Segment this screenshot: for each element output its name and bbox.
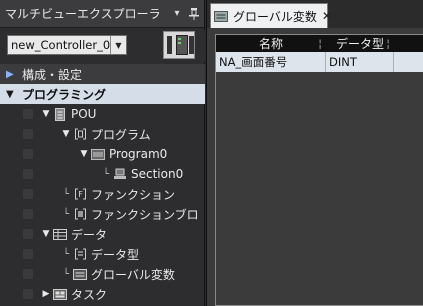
table-header: 名称 ¦ データ型 ¦ [216, 35, 423, 52]
controller-select-value: new_Controller_0 [11, 38, 110, 52]
tree-item-global-variables[interactable]: └ グローバル変数 [0, 264, 205, 284]
global-variables-icon [214, 9, 228, 23]
tree-connector: └ [62, 268, 70, 280]
tree-item-label: ファンクションブロ [91, 207, 199, 222]
global-variables-icon [72, 267, 88, 281]
table-row[interactable]: NA_画面番号 DINT [216, 52, 423, 72]
tab-global-variables[interactable]: グローバル変数 ✕ [210, 3, 332, 28]
multiview-explorer-panel: マルチビューエクスプローラ ▾ new_Controller_0 ▼ ▶ 構成・… [0, 0, 205, 306]
collapse-arrow-icon[interactable]: ▼ [78, 149, 90, 159]
ladder-section-icon [112, 167, 128, 181]
section-programming-label: プログラミング [22, 87, 107, 102]
column-header-name[interactable]: 名称 ¦ [216, 35, 326, 52]
tree-item-function-block[interactable]: └ ファンクションブロ [0, 204, 205, 224]
section-config-label: 構成・設定 [22, 67, 83, 82]
column-header-data-type[interactable]: データ型 ¦ [326, 35, 394, 52]
column-menu-icon[interactable]: ¦ [386, 37, 390, 50]
controller-device-icon [163, 31, 195, 59]
controller-select[interactable]: new_Controller_0 ▼ [7, 35, 127, 55]
tree-item-task[interactable]: ▶ タスク [0, 284, 205, 304]
pin-icon[interactable] [187, 7, 201, 21]
section-config[interactable]: ▶ 構成・設定 [0, 64, 205, 84]
tree-item-function[interactable]: └ F ファンクション [0, 184, 205, 204]
panel-header: マルチビューエクスプローラ ▾ [0, 0, 204, 28]
function-block-icon [72, 207, 88, 221]
expand-arrow-icon[interactable]: ▶ [40, 289, 52, 299]
tree-item-pou[interactable]: ▼ POU [0, 104, 205, 124]
tree-item-label: Section0 [131, 167, 184, 181]
tree-item-label: Program0 [109, 147, 168, 161]
expand-arrow-icon[interactable]: ▶ [0, 69, 14, 80]
controller-row: new_Controller_0 ▼ [0, 30, 205, 62]
column-menu-icon[interactable]: ¦ [318, 37, 322, 50]
tree-connector: └ [62, 248, 70, 260]
tab-bar: グローバル変数 ✕ [207, 0, 423, 28]
dropdown-icon[interactable]: ▾ [170, 7, 184, 21]
tree-item-label: POU [71, 107, 97, 121]
collapse-arrow-icon[interactable]: ▼ [60, 129, 72, 139]
program-folder-icon [72, 127, 88, 141]
tree-item-label: データ [71, 227, 108, 242]
tree-item-data-type[interactable]: └ データ型 [0, 244, 205, 264]
tree-item-label: ファンクション [91, 187, 176, 202]
collapse-arrow-icon[interactable]: ▼ [40, 109, 52, 119]
pou-icon [52, 107, 68, 121]
tree-item-program0[interactable]: ▼ Program0 [0, 144, 205, 164]
tree-item-label: グローバル変数 [91, 267, 175, 282]
tree-connector: └ [102, 168, 110, 180]
cell-extra[interactable] [394, 52, 423, 72]
data-table-icon [52, 227, 68, 241]
tab-label: グローバル変数 [233, 9, 317, 24]
tree-connector: └ [62, 188, 70, 200]
panel-title: マルチビューエクスプローラ [5, 7, 161, 21]
cell-data-type[interactable]: DINT [326, 52, 394, 72]
collapse-arrow-icon[interactable]: ▼ [0, 89, 14, 100]
section-programming[interactable]: ▼ プログラミング [0, 84, 205, 104]
tree-item-section0[interactable]: └ Section0 [0, 164, 205, 184]
chevron-down-icon[interactable]: ▼ [110, 36, 126, 54]
tree-connector: └ [62, 208, 70, 220]
collapse-arrow-icon[interactable]: ▼ [40, 229, 52, 239]
program-icon [90, 147, 106, 161]
tree-item-label: プログラム [91, 127, 151, 142]
tree-item-label: タスク [71, 287, 108, 302]
task-icon [52, 287, 68, 301]
column-header-extra [394, 35, 423, 52]
editor-area: グローバル変数 ✕ 名称 ¦ データ型 ¦ NA_画面番号 DINT [206, 0, 423, 306]
function-icon: F [72, 187, 88, 201]
cell-name[interactable]: NA_画面番号 [216, 52, 326, 72]
data-type-icon [72, 247, 88, 261]
close-icon[interactable]: ✕ [322, 9, 332, 23]
tree-item-program[interactable]: ▼ プログラム [0, 124, 205, 144]
tree-item-data[interactable]: ▼ データ [0, 224, 205, 244]
tree-item-label: データ型 [91, 247, 140, 262]
svg-text:F: F [78, 190, 83, 199]
global-variables-table: 名称 ¦ データ型 ¦ NA_画面番号 DINT [215, 34, 423, 306]
